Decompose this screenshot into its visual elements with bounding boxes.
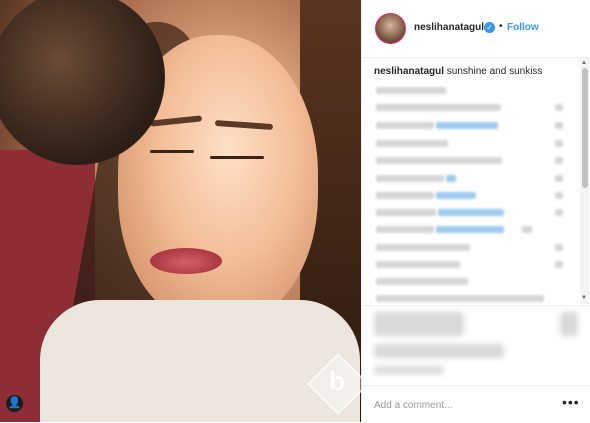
comment-mention-blurred [436,192,476,199]
post-sidebar: neslihanatagul ✓ • Follow neslihanatagul… [361,0,590,422]
user-tag-icon[interactable]: 👤 [6,395,23,412]
comment-line-blurred [376,104,501,111]
add-comment-bar: ••• [362,385,590,423]
comments-list: neslihanatagul sunshine and sunkiss [362,58,576,304]
comment-line-blurred [376,244,470,251]
follow-button[interactable]: Follow [507,22,539,33]
comment-line-blurred [376,157,502,164]
timestamp-blurred [374,366,444,374]
comment-mention-blurred [436,122,498,129]
comment-line-blurred [376,122,434,129]
scrollbar-thumb[interactable] [582,68,588,188]
add-comment-input[interactable] [374,397,544,413]
avatar[interactable] [375,13,406,44]
comment-mention-blurred [446,175,456,182]
comment-like-blurred [555,261,563,268]
comment-like-blurred [555,122,563,129]
comment-line-blurred [376,140,448,147]
comment-line-blurred [376,209,436,216]
likes-count-blurred [374,344,504,358]
post-photo[interactable]: b 👤 [0,0,361,422]
photo-eye-right [210,156,264,159]
header-separator: • [499,21,503,32]
caption-username[interactable]: neslihanatagul [374,66,444,77]
more-options-icon[interactable]: ••• [562,394,580,410]
scroll-up-arrow-icon[interactable]: ▲ [581,60,587,66]
post-actions-blurred [362,305,590,386]
watermark-letter: b [329,366,345,396]
action-icons-blurred [374,312,464,336]
instagram-post: b 👤 neslihanatagul ✓ • Follow neslihanat… [0,0,590,422]
comment-emoji-blurred [522,226,532,233]
comment-line-blurred [376,261,460,268]
comment-like-blurred [555,140,563,147]
comment-line-blurred [376,295,544,302]
header-username[interactable]: neslihanatagul [414,22,484,33]
save-icon-blurred [560,312,578,336]
comment-like-blurred [555,104,563,111]
comment-line-blurred [376,192,434,199]
comment-line-blurred [376,175,444,182]
comment-like-blurred [555,192,563,199]
comment-mention-blurred [438,209,504,216]
caption: neslihanatagul sunshine and sunkiss [374,66,542,77]
photo-lips [150,248,222,274]
comment-like-blurred [555,244,563,251]
comment-like-blurred [555,175,563,182]
comment-line-blurred [376,87,446,94]
verified-badge-icon: ✓ [484,22,495,33]
photo-white-shirt [40,300,360,422]
comment-mention-blurred [436,226,504,233]
scroll-down-arrow-icon[interactable]: ▼ [581,295,587,301]
post-header: neslihanatagul ✓ • Follow [362,0,590,58]
comment-like-blurred [555,157,563,164]
photo-eye-left [150,150,194,153]
caption-text: sunshine and sunkiss [446,66,543,77]
comment-line-blurred [376,226,434,233]
comment-line-blurred [376,278,468,285]
comment-like-blurred [555,209,563,216]
